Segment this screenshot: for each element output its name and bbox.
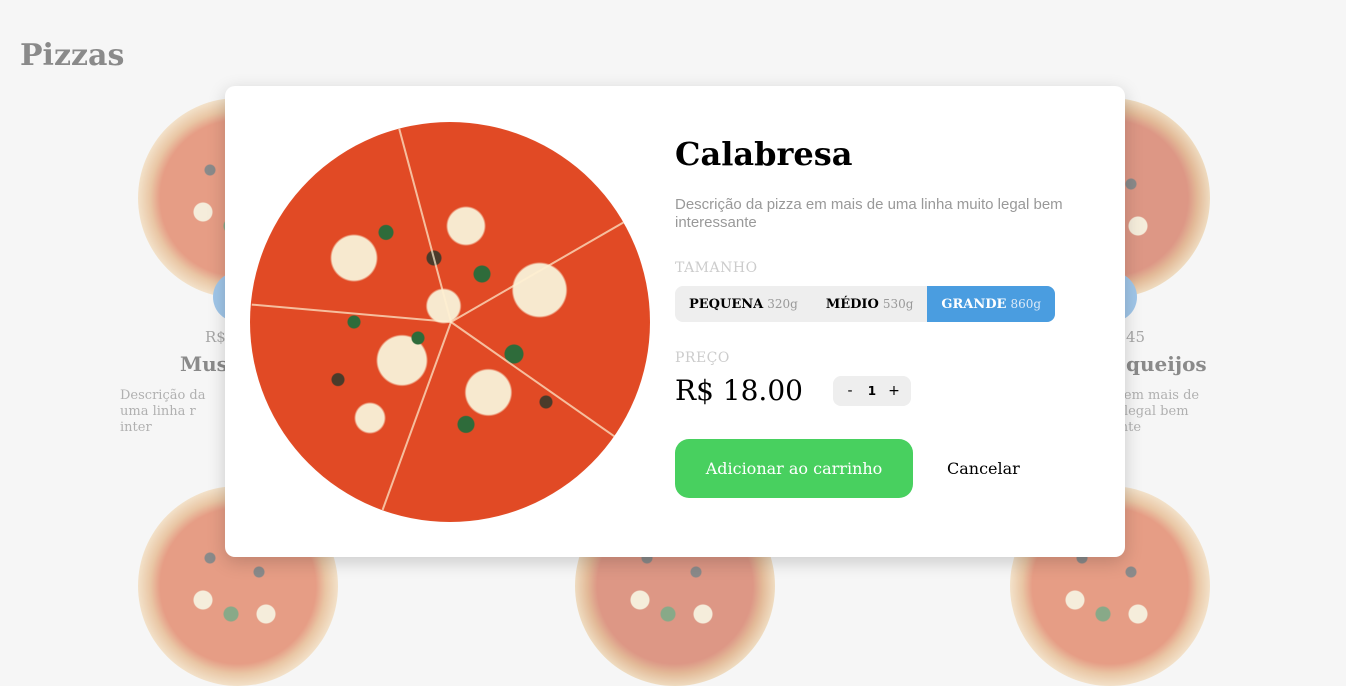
- add-to-cart-button[interactable]: Adicionar ao carrinho: [675, 439, 913, 498]
- quantity-value: 1: [867, 383, 877, 398]
- size-weight: 530g: [882, 297, 914, 311]
- page-title: Pizzas: [20, 38, 125, 73]
- quantity-minus-button[interactable]: -: [839, 383, 861, 399]
- size-weight: 860g: [1010, 297, 1042, 311]
- size-name: MÉDIO: [825, 296, 879, 312]
- pizza-modal: Calabresa Descrição da pizza em mais de …: [225, 86, 1125, 557]
- quantity-stepper: - 1 +: [832, 375, 911, 406]
- size-weight: 320g: [767, 297, 798, 311]
- size-option-medio[interactable]: MÉDIO 530g: [812, 286, 928, 322]
- size-option-pequena[interactable]: PEQUENA 320g: [675, 286, 812, 322]
- pizza-description: Descrição da pizza em mais de uma linha …: [675, 196, 1063, 231]
- bg-card-desc: a em mais de o legal bem ante: [1112, 388, 1200, 435]
- bg-card-name: queijos: [1126, 352, 1207, 376]
- size-label: TAMANHO: [675, 260, 758, 276]
- size-name: GRANDE: [941, 296, 1007, 312]
- size-name: PEQUENA: [689, 296, 764, 312]
- bg-card-price: R$: [205, 328, 226, 346]
- price-value: R$ 18.00: [675, 374, 803, 407]
- pizza-name: Calabresa: [675, 135, 853, 173]
- pizza-info: Calabresa Descrição da pizza em mais de …: [675, 130, 1095, 498]
- size-selector: PEQUENA 320g MÉDIO 530g GRANDE 860g: [675, 286, 1056, 322]
- cancel-button[interactable]: Cancelar: [947, 459, 1020, 478]
- bg-card-name: Mus: [180, 352, 228, 376]
- bg-card-price: 45: [1126, 328, 1146, 346]
- price-label: PREÇO: [675, 350, 730, 366]
- quantity-plus-button[interactable]: +: [883, 383, 905, 399]
- size-option-grande[interactable]: GRANDE 860g: [927, 286, 1056, 322]
- pizza-image: [250, 122, 650, 522]
